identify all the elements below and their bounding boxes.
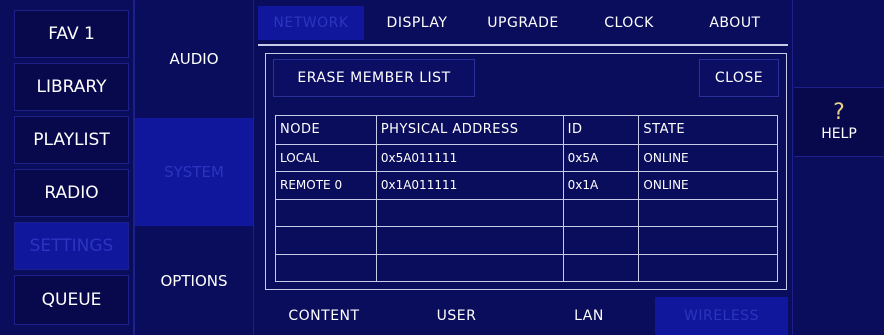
table-row[interactable]: [275, 198, 778, 228]
close-button[interactable]: CLOSE: [699, 59, 779, 97]
tab-display[interactable]: DISPLAY: [364, 6, 470, 40]
help-label: HELP: [821, 126, 857, 142]
tab-upgrade-label: UPGRADE: [487, 15, 559, 31]
nav-settings-button[interactable]: SETTINGS: [14, 222, 129, 270]
table-row[interactable]: [275, 226, 778, 255]
nav-settings-label: SETTINGS: [29, 236, 114, 256]
nav-library-label: LIBRARY: [36, 77, 107, 97]
nav-radio-label: RADIO: [44, 183, 99, 203]
network-panel: ERASE MEMBER LIST CLOSE NODE PHYSICAL AD…: [265, 53, 787, 290]
nav-fav1-label: FAV 1: [48, 24, 95, 44]
tab-network[interactable]: NETWORK: [258, 6, 364, 40]
tab-network-label: NETWORK: [273, 15, 349, 31]
cell-id: [562, 198, 640, 228]
nav-library-button[interactable]: LIBRARY: [14, 63, 129, 111]
header-node: NODE: [275, 115, 377, 145]
cell-node: LOCAL: [275, 143, 377, 173]
table-row[interactable]: REMOTE 0 0x1A011111 0x1A ONLINE: [275, 171, 778, 200]
cell-id: 0x1A: [562, 171, 640, 200]
settings-system-label: SYSTEM: [164, 163, 224, 181]
cell-node: [275, 198, 377, 228]
member-table: NODE PHYSICAL ADDRESS ID STATE LOCAL 0x5…: [275, 115, 778, 282]
cell-node: [275, 226, 377, 255]
settings-system-button[interactable]: SYSTEM: [135, 118, 253, 226]
cell-node: [275, 253, 377, 282]
cell-state: ONLINE: [638, 143, 778, 173]
main-area: NETWORK DISPLAY UPGRADE CLOCK ABOUT ERAS…: [253, 0, 793, 335]
tab-wireless[interactable]: WIRELESS: [655, 297, 788, 335]
cell-state: ONLINE: [638, 171, 778, 200]
erase-member-list-button[interactable]: ERASE MEMBER LIST: [273, 59, 475, 97]
cell-physical-address: 0x5A011111: [375, 143, 564, 173]
tab-upgrade[interactable]: UPGRADE: [470, 6, 576, 40]
tab-clock-label: CLOCK: [604, 15, 654, 31]
nav-playlist-label: PLAYLIST: [33, 130, 110, 150]
tab-lan-label: LAN: [574, 308, 604, 324]
cell-state: [638, 198, 778, 228]
tab-lan[interactable]: LAN: [523, 297, 655, 335]
table-row[interactable]: [275, 253, 778, 282]
tab-clock[interactable]: CLOCK: [576, 6, 682, 40]
header-physical-address: PHYSICAL ADDRESS: [375, 115, 564, 145]
cell-physical-address: [375, 198, 564, 228]
erase-member-list-label: ERASE MEMBER LIST: [297, 70, 451, 86]
header-state: STATE: [638, 115, 778, 145]
bottom-tabbar: CONTENT USER LAN WIRELESS: [258, 297, 788, 335]
cell-id: 0x5A: [562, 143, 640, 173]
tabbar-rule: [258, 44, 788, 46]
cell-physical-address: 0x1A011111: [375, 171, 564, 200]
settings-audio-button[interactable]: AUDIO: [135, 0, 253, 118]
cell-state: [638, 226, 778, 255]
close-label: CLOSE: [714, 70, 764, 86]
tab-content[interactable]: CONTENT: [258, 297, 390, 335]
nav-queue-button[interactable]: QUEUE: [14, 275, 129, 325]
nav-radio-button[interactable]: RADIO: [14, 169, 129, 217]
tab-about-label: ABOUT: [709, 15, 761, 31]
cell-id: [562, 253, 640, 282]
cell-physical-address: [375, 226, 564, 255]
tab-wireless-label: WIRELESS: [684, 308, 759, 324]
top-tabbar: NETWORK DISPLAY UPGRADE CLOCK ABOUT: [258, 6, 788, 40]
nav-fav1-button[interactable]: FAV 1: [14, 10, 129, 58]
help-button[interactable]: ? HELP: [794, 87, 884, 157]
table-row[interactable]: LOCAL 0x5A011111 0x5A ONLINE: [275, 143, 778, 173]
member-table-container: NODE PHYSICAL ADDRESS ID STATE LOCAL 0x5…: [275, 115, 778, 282]
settings-options-button[interactable]: OPTIONS: [135, 226, 253, 335]
tab-about[interactable]: ABOUT: [682, 6, 788, 40]
header-id: ID: [562, 115, 640, 145]
settings-audio-label: AUDIO: [169, 50, 219, 68]
cell-physical-address: [375, 253, 564, 282]
left-nav: FAV 1 LIBRARY PLAYLIST RADIO SETTINGS QU…: [0, 0, 133, 335]
tab-content-label: CONTENT: [288, 308, 360, 324]
help-column: ? HELP: [794, 0, 884, 335]
cell-node: REMOTE 0: [275, 171, 377, 200]
cell-state: [638, 253, 778, 282]
nav-playlist-button[interactable]: PLAYLIST: [14, 116, 129, 164]
tab-user[interactable]: USER: [390, 297, 523, 335]
tab-user-label: USER: [436, 308, 477, 324]
settings-options-label: OPTIONS: [160, 271, 228, 290]
member-table-header: NODE PHYSICAL ADDRESS ID STATE: [275, 115, 778, 145]
settings-nav: AUDIO SYSTEM OPTIONS: [135, 0, 253, 335]
tab-display-label: DISPLAY: [386, 15, 448, 31]
help-question-icon: ?: [833, 100, 845, 125]
nav-queue-label: QUEUE: [41, 290, 102, 310]
cell-id: [562, 226, 640, 255]
